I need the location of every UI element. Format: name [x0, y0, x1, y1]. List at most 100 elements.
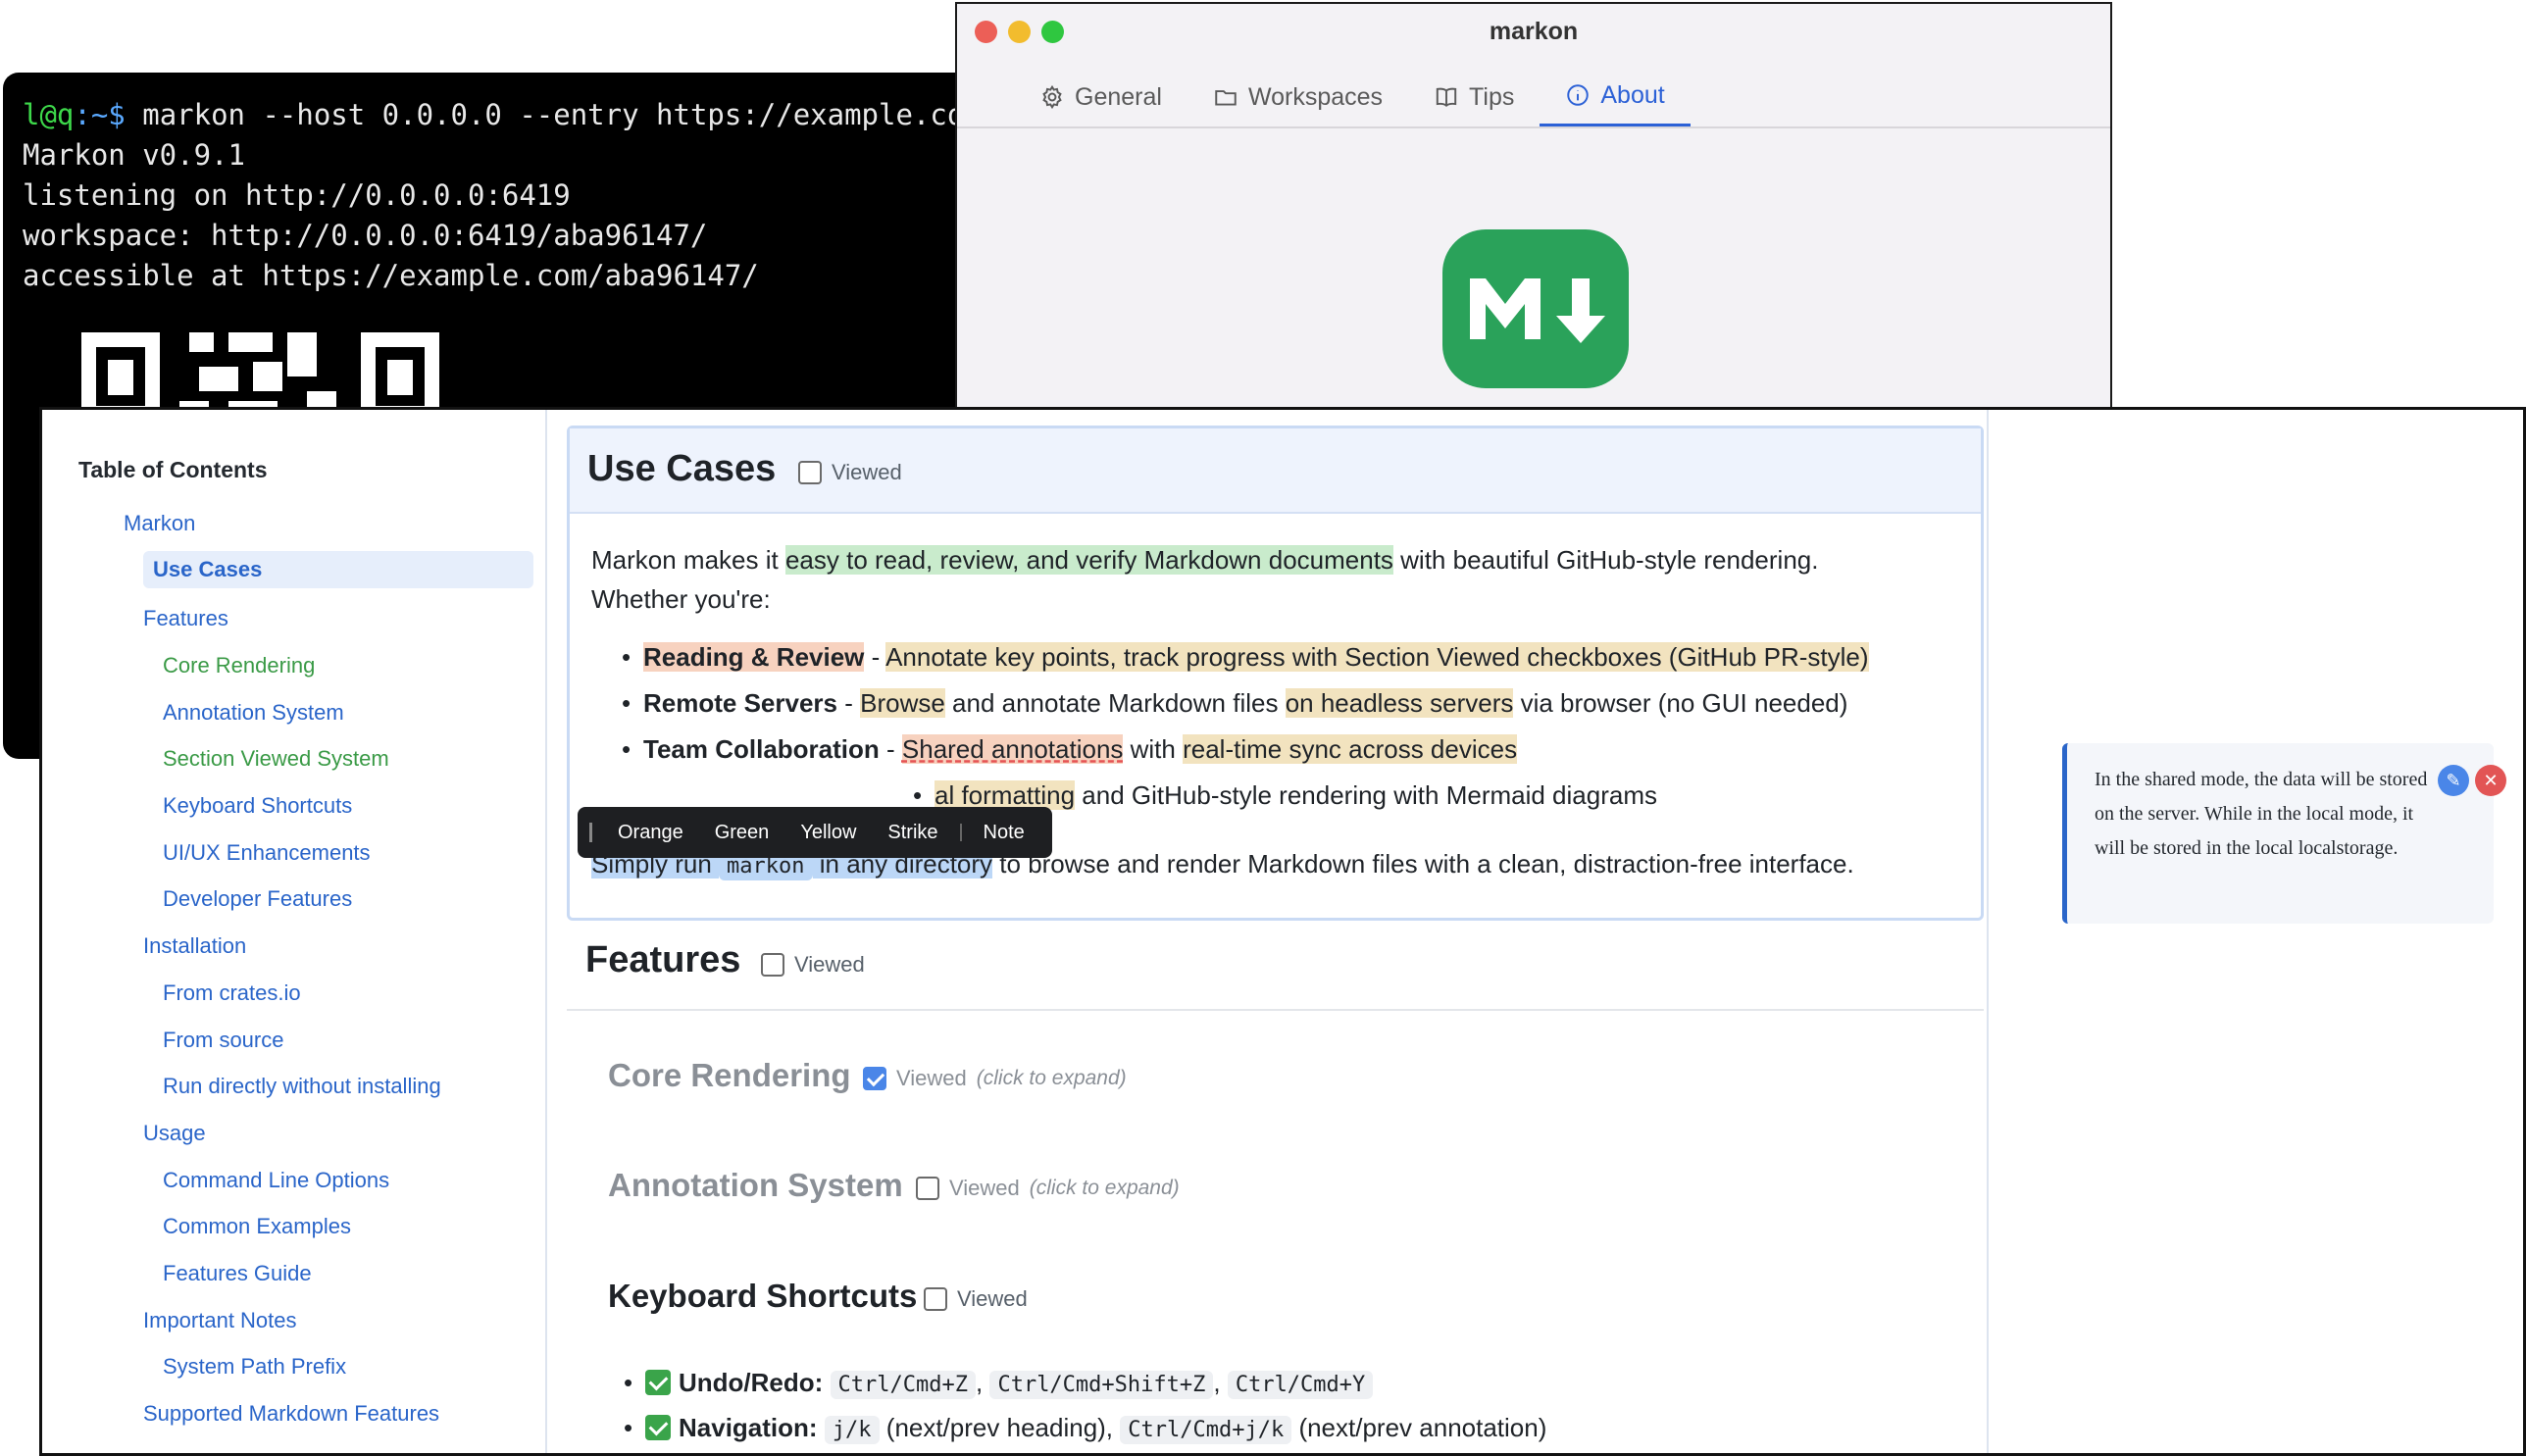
use-cases-header: Use Cases Viewed: [570, 428, 1981, 514]
highlight-green[interactable]: easy to read, review, and verify Markdow…: [784, 545, 1393, 575]
core-rendering-viewed[interactable]: Viewed (click to expand): [863, 1066, 1127, 1091]
toc-item-ui-ux-enhancements[interactable]: UI/UX Enhancements: [163, 840, 371, 866]
toc-title: Table of Contents: [78, 457, 268, 482]
toc-item-markon[interactable]: Markon: [124, 511, 195, 536]
pencil-icon[interactable]: ✎: [2438, 765, 2469, 796]
check-mark-icon: [645, 1370, 671, 1395]
highlight-yellow[interactable]: Browse: [860, 688, 945, 718]
viewed-label: Viewed: [794, 952, 865, 977]
viewed-label: Viewed: [896, 1066, 967, 1090]
viewed-label: Viewed: [957, 1286, 1028, 1311]
toc-sidebar: Table of Contents Markon Use Cases Featu…: [42, 410, 547, 1453]
toc-item-features[interactable]: Features: [143, 606, 228, 631]
bullet-dash: -: [864, 642, 886, 672]
viewed-checkbox[interactable]: [916, 1177, 939, 1200]
use-cases-viewed[interactable]: Viewed: [798, 460, 902, 485]
highlight-yellow[interactable]: Annotate key points, track progress with…: [885, 642, 1869, 672]
document-content: Use Cases Viewed Markon makes it easy to…: [567, 410, 1989, 1453]
features-heading: Features: [585, 939, 741, 980]
toc-item-command-line-options[interactable]: Command Line Options: [163, 1168, 389, 1193]
bullet-text: with: [1123, 734, 1184, 764]
terminal-output-line: workspace: http://0.0.0.0:6419/aba96147/: [23, 219, 708, 252]
folder-icon: [1215, 90, 1237, 106]
toc-item-keyboard-shortcuts[interactable]: Keyboard Shortcuts: [163, 793, 352, 819]
toc-item-common-examples[interactable]: Common Examples: [163, 1214, 351, 1239]
tab-general[interactable]: General: [1014, 67, 1187, 127]
toc-item-developer-features[interactable]: Developer Features: [163, 886, 352, 912]
toc-item-use-cases[interactable]: Use Cases: [143, 551, 533, 588]
viewed-checkbox[interactable]: [761, 953, 784, 977]
toc-item-usage[interactable]: Usage: [143, 1121, 206, 1146]
inline-code: Ctrl/Cmd+Z: [830, 1371, 976, 1399]
tabs-divider: [957, 126, 2110, 128]
inline-code: Ctrl/Cmd+Shift+Z: [989, 1371, 1214, 1399]
core-rendering-heading[interactable]: Core Rendering: [608, 1057, 851, 1094]
green-highlight-button[interactable]: Green: [699, 822, 785, 844]
annotation-note[interactable]: In the shared mode, the data will be sto…: [2062, 743, 2506, 924]
bullet-title: Team Collaboration: [643, 734, 880, 764]
tab-general-label: General: [1075, 82, 1162, 111]
toc-item-important-notes[interactable]: Important Notes: [143, 1308, 297, 1333]
use-cases-heading: Use Cases: [587, 448, 777, 489]
note-text: In the shared mode, the data will be sto…: [2095, 769, 2428, 859]
toc-item-core-rendering[interactable]: Core Rendering: [163, 653, 315, 678]
intro-line-2: Whether you're:: [591, 584, 771, 614]
expand-hint: (click to expand): [976, 1067, 1127, 1089]
keyboard-shortcuts-heading: Keyboard Shortcuts: [608, 1278, 918, 1314]
close-icon[interactable]: ✕: [2475, 765, 2506, 796]
toc-item-from-source[interactable]: From source: [163, 1028, 283, 1053]
toolbar-drag-handle[interactable]: [589, 823, 592, 842]
list-item: Undo/Redo: Ctrl/Cmd+Z, Ctrl/Cmd+Shift+Z,…: [624, 1368, 1374, 1399]
toc-item-annotation-system[interactable]: Annotation System: [163, 700, 344, 726]
highlight-orange[interactable]: Reading & Review: [643, 642, 865, 672]
features-viewed[interactable]: Viewed: [761, 952, 865, 978]
viewed-checkbox-checked[interactable]: [863, 1067, 886, 1090]
highlight-yellow[interactable]: al formatting: [935, 780, 1076, 810]
separator-text: ,: [976, 1368, 990, 1397]
note-button[interactable]: Note: [968, 822, 1040, 844]
run-text: to browse and render Markdown files with…: [992, 849, 1854, 879]
intro-text: with beautiful GitHub-style rendering.: [1392, 545, 1819, 575]
toc-item-section-viewed-system[interactable]: Section Viewed System: [163, 746, 389, 772]
tab-about-label: About: [1600, 80, 1665, 109]
orange-highlight-button[interactable]: Orange: [602, 822, 699, 844]
viewed-checkbox[interactable]: [798, 461, 822, 484]
toc-item-supported-markdown-features[interactable]: Supported Markdown Features: [143, 1401, 439, 1427]
shortcut-text: (next/prev heading),: [879, 1413, 1121, 1442]
annotation-system-heading[interactable]: Annotation System: [608, 1167, 903, 1204]
bullet-dash: -: [837, 688, 861, 718]
markdown-logo: [1442, 229, 1629, 388]
tab-about[interactable]: About: [1540, 67, 1691, 127]
toc-item-system-path-prefix[interactable]: System Path Prefix: [163, 1354, 346, 1380]
viewed-label: Viewed: [949, 1176, 1020, 1200]
terminal-prompt-path: :~$: [74, 98, 126, 131]
terminal-output-line: accessible at https://example.com/aba961…: [23, 259, 759, 292]
toc-item-run-directly[interactable]: Run directly without installing: [163, 1074, 441, 1099]
yellow-highlight-button[interactable]: Yellow: [784, 822, 872, 844]
info-icon: [1567, 84, 1590, 106]
toc-item-features-guide[interactable]: Features Guide: [163, 1261, 312, 1286]
terminal-prompt-user: l@q: [23, 98, 75, 131]
title-bar: markon: [957, 4, 2110, 61]
tab-workspaces[interactable]: Workspaces: [1187, 67, 1408, 127]
list-item: Reading & Review - Annotate key points, …: [622, 642, 1869, 673]
separator-text: ,: [1213, 1368, 1228, 1397]
list-item: Navigation: j/k (next/prev heading), Ctr…: [624, 1413, 1546, 1444]
strike-button[interactable]: Strike: [872, 822, 953, 844]
window-title: markon: [1489, 18, 1579, 45]
highlight-yellow[interactable]: on headless servers: [1285, 688, 1514, 718]
toc-item-from-crates-io[interactable]: From crates.io: [163, 980, 301, 1006]
bullet-dash: -: [879, 734, 902, 764]
intro-line-1: Markon makes it easy to read, review, an…: [591, 540, 1818, 579]
gear-icon: [1042, 84, 1062, 110]
tab-tips[interactable]: Tips: [1408, 67, 1540, 127]
keyboard-shortcuts-viewed[interactable]: Viewed: [924, 1286, 1028, 1312]
annotation-system-viewed[interactable]: Viewed (click to expand): [916, 1176, 1180, 1201]
highlight-orange[interactable]: Shared annotations: [901, 734, 1124, 764]
toc-item-installation[interactable]: Installation: [143, 933, 246, 959]
bullet-text: and GitHub-style rendering with Mermaid …: [1075, 780, 1657, 810]
terminal-command-line: l@q:~$ markon --host 0.0.0.0 --entry htt…: [23, 98, 984, 131]
viewed-checkbox[interactable]: [924, 1287, 947, 1311]
intro-text: Markon makes it: [591, 545, 785, 575]
highlight-yellow[interactable]: real-time sync across devices: [1183, 734, 1518, 764]
